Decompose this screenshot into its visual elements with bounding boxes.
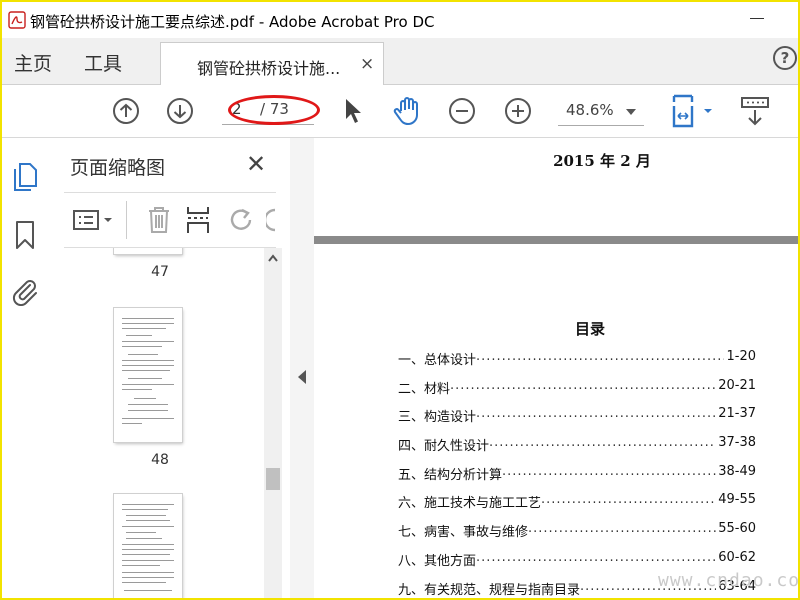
- thumbnail-label: 48: [151, 452, 169, 468]
- document-viewer[interactable]: 2015 年 2 月 目录 一、总体设计 ...................…: [314, 138, 798, 598]
- acrobat-window: 钢管砼拱桥设计施工要点综述.pdf - Adobe Acrobat Pro DC…: [0, 0, 800, 600]
- zoom-value: 48.6%: [566, 101, 614, 119]
- toc-pages: 55-60: [718, 521, 756, 536]
- trash-icon[interactable]: [146, 206, 172, 234]
- toc-label: 七、病害、事故与维修: [398, 525, 529, 540]
- watermark-text: www.cndao.com: [658, 570, 800, 591]
- attachment-icon[interactable]: [10, 276, 40, 306]
- toc-label: 二、材料: [398, 382, 451, 397]
- read-mode-icon[interactable]: [740, 95, 770, 127]
- tab-home[interactable]: 主页: [14, 49, 52, 76]
- help-icon[interactable]: ?: [773, 46, 797, 70]
- toc-pages: 38-49: [718, 464, 756, 479]
- panel-title: 页面缩略图: [70, 157, 166, 179]
- zoom-out-icon[interactable]: [448, 97, 476, 125]
- toc-label: 九、有关规范、规程与指南目录: [398, 583, 581, 598]
- title-bar: 钢管砼拱桥设计施工要点综述.pdf - Adobe Acrobat Pro DC: [2, 2, 798, 38]
- toc-label: 五、结构分析计算: [398, 468, 503, 483]
- toc-pages: 49-55: [718, 492, 756, 507]
- toc-pages: 60-62: [718, 550, 756, 565]
- window-title: 钢管砼拱桥设计施工要点综述.pdf - Adobe Acrobat Pro DC: [30, 13, 435, 31]
- minimize-button[interactable]: [750, 18, 764, 19]
- chevron-down-icon: [626, 109, 636, 115]
- rotate-icon[interactable]: [228, 206, 256, 234]
- document-date: 2015 年 2 月: [553, 152, 651, 170]
- toc-entry: 一、总体设计 .................................…: [398, 349, 756, 368]
- toc-leader: ........................................…: [476, 550, 716, 565]
- annotation-ellipse: [228, 95, 320, 125]
- thumbnail-label: 47: [151, 264, 169, 280]
- document-tab-label: 钢管砼拱桥设计施...: [197, 59, 341, 78]
- toc-label: 三、构造设计: [398, 410, 477, 425]
- toc-leader: ........................................…: [528, 521, 717, 536]
- insert-page-icon[interactable]: [184, 205, 212, 235]
- close-tab-icon[interactable]: ×: [360, 54, 374, 74]
- bookmark-icon[interactable]: [14, 220, 36, 250]
- toc-pages: 37-38: [718, 435, 756, 450]
- toc-entry: 三、构造设计 .................................…: [398, 406, 756, 425]
- toc-label: 四、耐久性设计: [398, 439, 490, 454]
- pages-icon[interactable]: [12, 162, 38, 192]
- close-panel-icon[interactable]: ✕: [246, 150, 266, 178]
- navigation-rail: [2, 138, 51, 598]
- toc-pages: 20-21: [718, 378, 756, 393]
- thumbnail-scrollbar[interactable]: [264, 248, 282, 598]
- toc-leader: ........................................…: [476, 406, 716, 421]
- thumbnail-toolbar: [64, 192, 276, 248]
- zoom-in-icon[interactable]: [504, 97, 532, 125]
- collapse-panel-icon[interactable]: [298, 370, 306, 384]
- toc-label: 一、总体设计: [398, 353, 477, 368]
- toolbar: 2 / 73 48.6%: [2, 85, 798, 138]
- thumbnail-list: 47 48: [50, 248, 262, 598]
- options-icon[interactable]: [72, 208, 116, 232]
- toc-label: 八、其他方面: [398, 554, 477, 569]
- toc-leader: ........................................…: [450, 378, 716, 393]
- thumbnail-page[interactable]: [114, 308, 182, 442]
- toc-title: 目录: [574, 320, 605, 338]
- toolbar-divider: [126, 201, 127, 239]
- tab-tools[interactable]: 工具: [84, 49, 122, 76]
- page-fit-icon[interactable]: [670, 94, 716, 128]
- acrobat-icon: [8, 11, 26, 29]
- cursor-icon[interactable]: [342, 97, 364, 125]
- thumbnail-page[interactable]: [114, 494, 182, 598]
- arrow-up-circle-icon[interactable]: [112, 97, 140, 125]
- arrow-down-circle-icon[interactable]: [166, 97, 194, 125]
- chevron-up-icon[interactable]: [268, 254, 278, 262]
- tab-document[interactable]: 钢管砼拱桥设计施... ×: [160, 42, 384, 85]
- toc-entry: 二、材料 ...................................…: [398, 378, 756, 397]
- toc-entry: 五、结构分析计算 ...............................…: [398, 464, 756, 483]
- scroll-thumb[interactable]: [266, 468, 280, 490]
- toc-leader: ........................................…: [541, 492, 716, 507]
- page-thumbnails-panel: 页面缩略图 ✕ 47 48: [50, 138, 291, 598]
- panel-splitter[interactable]: [290, 138, 314, 598]
- hand-icon[interactable]: [392, 95, 424, 127]
- page-separator: [314, 236, 798, 244]
- toc-entry: 四、耐久性设计 ................................…: [398, 435, 756, 454]
- toc-label: 六、施工技术与施工工艺: [398, 496, 542, 511]
- tab-bar: 主页 工具 钢管砼拱桥设计施... × ?: [2, 38, 798, 85]
- toc-pages: 21-37: [718, 406, 756, 421]
- toc-leader: ........................................…: [502, 464, 716, 479]
- toc-leader: ........................................…: [476, 349, 724, 364]
- zoom-select[interactable]: 48.6%: [558, 95, 644, 126]
- rotate-icon[interactable]: [266, 206, 276, 234]
- toc-entry: 六、施工技术与施工工艺 ............................…: [398, 492, 756, 511]
- toc-leader: ........................................…: [489, 435, 716, 450]
- toc-entry: 八、其他方面 .................................…: [398, 550, 756, 569]
- thumbnail-page[interactable]: [114, 248, 182, 254]
- toc-pages: 1-20: [726, 349, 756, 364]
- toc-entry: 七、病害、事故与维修 .............................…: [398, 521, 756, 540]
